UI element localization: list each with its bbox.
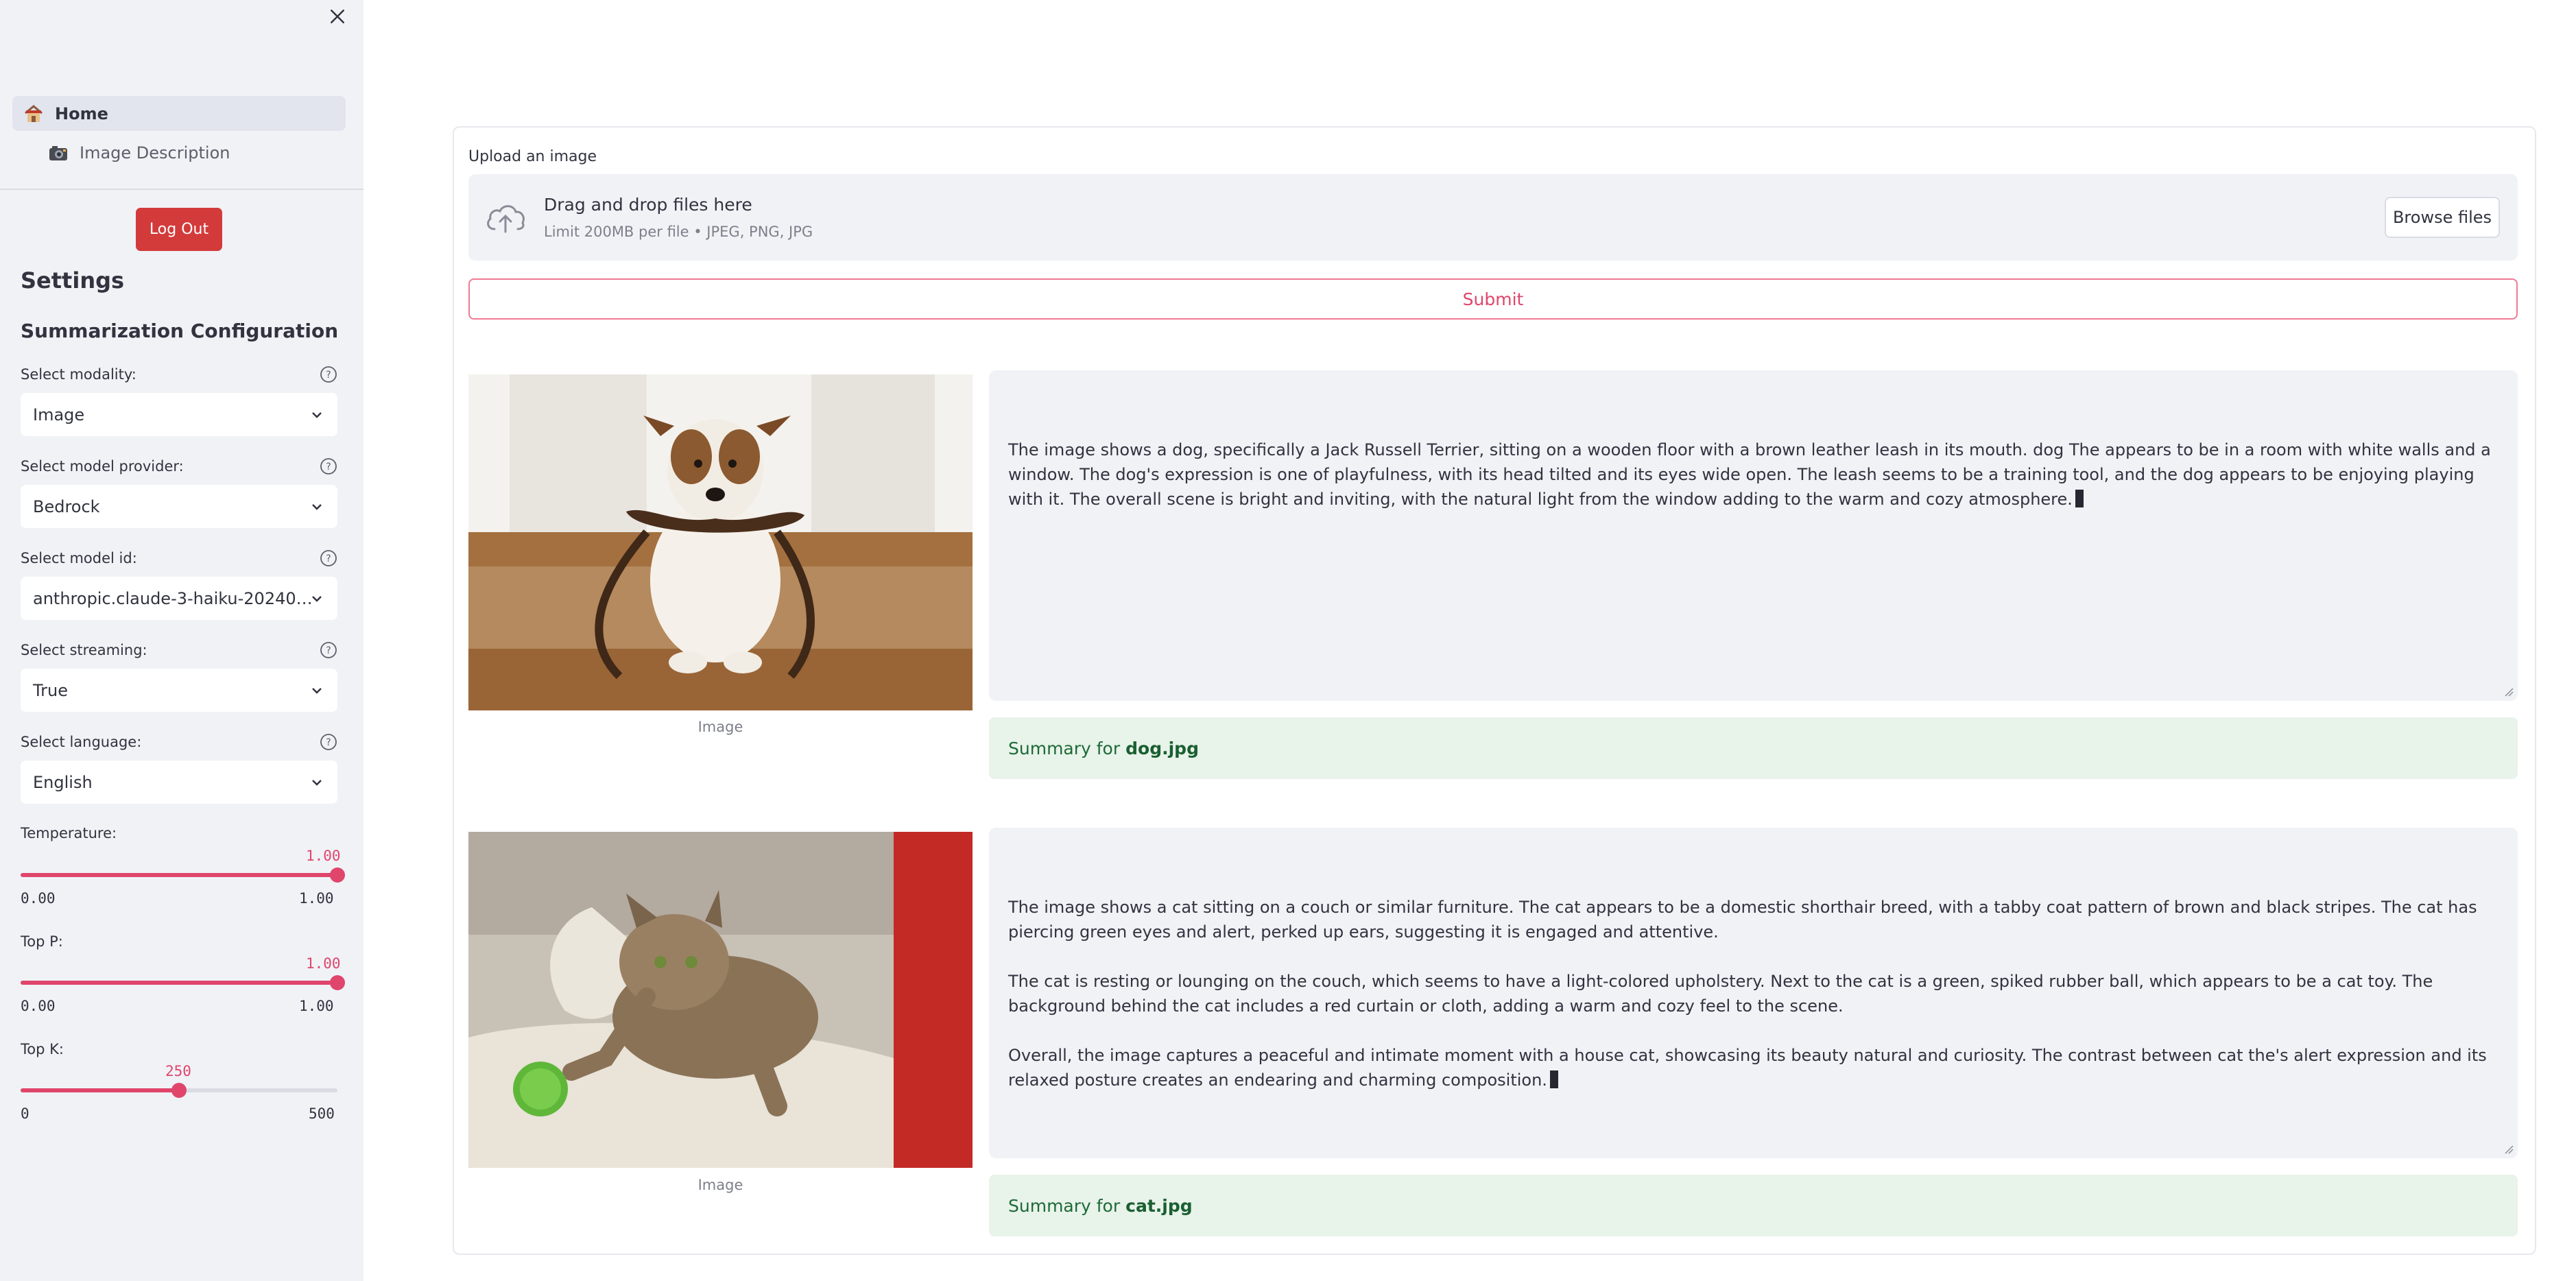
temperature-min: 0.00 bbox=[21, 890, 56, 907]
nav-item-home-label: Home bbox=[55, 104, 108, 123]
close-icon bbox=[331, 10, 344, 23]
model-id-label: Select model id: bbox=[21, 550, 137, 566]
temperature-slider[interactable] bbox=[21, 867, 345, 883]
top-p-slider-fill bbox=[21, 981, 337, 985]
help-icon[interactable]: ? bbox=[320, 549, 337, 567]
temperature-max: 1.00 bbox=[299, 890, 334, 907]
summary-filename: dog.jpg bbox=[1125, 738, 1199, 758]
nav-item-image-description[interactable]: Image Description bbox=[12, 135, 346, 170]
summary-success-alert: Summary for dog.jpg bbox=[989, 717, 2518, 779]
streaming-cursor bbox=[2075, 490, 2084, 507]
chevron-down-icon bbox=[312, 780, 322, 786]
nav-item-image-description-label: Image Description bbox=[80, 143, 230, 163]
cat-image bbox=[468, 832, 973, 1168]
top-p-slider-thumb[interactable] bbox=[330, 975, 345, 990]
svg-text:?: ? bbox=[326, 370, 331, 381]
description-paragraph: The cat is resting or lounging on the co… bbox=[1008, 972, 2433, 1016]
top-p-min: 0.00 bbox=[21, 998, 56, 1014]
image-caption: Image bbox=[697, 719, 743, 735]
streaming-cursor bbox=[1549, 1070, 1558, 1088]
top-k-min: 0 bbox=[21, 1105, 29, 1122]
provider-select-value: Bedrock bbox=[33, 496, 100, 516]
dropzone-limit: Limit 200MB per file • JPEG, PNG, JPG bbox=[544, 224, 813, 240]
help-icon[interactable]: ? bbox=[320, 457, 337, 475]
model-id-select[interactable]: anthropic.claude-3-haiku-20240… bbox=[21, 577, 337, 620]
modality-select[interactable]: Image bbox=[21, 393, 337, 436]
svg-text:?: ? bbox=[326, 462, 331, 472]
summary-prefix: Summary for bbox=[1008, 1195, 1121, 1216]
image-caption: Image bbox=[697, 1177, 743, 1193]
top-k-label: Top K: bbox=[21, 1041, 64, 1057]
chevron-down-icon bbox=[312, 596, 322, 602]
help-icon[interactable]: ? bbox=[320, 733, 337, 751]
provider-select[interactable]: Bedrock bbox=[21, 485, 337, 528]
top-k-max: 500 bbox=[309, 1105, 335, 1122]
top-p-max: 1.00 bbox=[299, 998, 334, 1014]
dropzone-title: Drag and drop files here bbox=[544, 195, 752, 215]
dog-image bbox=[468, 374, 973, 710]
svg-text:?: ? bbox=[326, 645, 331, 656]
description-paragraph: Overall, the image captures a peaceful a… bbox=[1008, 1046, 2487, 1090]
language-label: Select language: bbox=[21, 734, 142, 750]
temperature-label: Temperature: bbox=[21, 825, 117, 841]
browse-files-button[interactable]: Browse files bbox=[2385, 197, 2500, 238]
temperature-slider-fill bbox=[21, 873, 337, 877]
streaming-select[interactable]: True bbox=[21, 669, 337, 712]
model-id-select-value: anthropic.claude-3-haiku-20240… bbox=[33, 588, 313, 608]
summary-success-alert: Summary for cat.jpg bbox=[989, 1175, 2518, 1236]
language-select[interactable]: English bbox=[21, 761, 337, 804]
close-sidebar-button[interactable] bbox=[322, 1, 353, 32]
sidebar-divider bbox=[0, 189, 363, 190]
top-k-slider-thumb[interactable] bbox=[171, 1083, 187, 1098]
description-paragraph: The image shows a dog, specifically a Ja… bbox=[1008, 440, 2491, 509]
description-textarea[interactable]: The image shows a dog, specifically a Ja… bbox=[989, 370, 2518, 701]
streaming-label: Select streaming: bbox=[21, 642, 147, 658]
top-p-label: Top P: bbox=[21, 933, 63, 950]
language-select-value: English bbox=[33, 772, 93, 792]
chevron-down-icon bbox=[312, 688, 322, 694]
chevron-down-icon bbox=[312, 504, 322, 510]
provider-label: Select model provider: bbox=[21, 458, 184, 475]
top-k-value: 250 bbox=[165, 1063, 191, 1079]
temperature-value: 1.00 bbox=[306, 848, 341, 864]
resize-handle-icon[interactable] bbox=[2503, 686, 2514, 697]
upload-label: Upload an image bbox=[468, 148, 597, 165]
sidebar-nav: Home Image Description bbox=[12, 96, 346, 170]
top-p-value: 1.00 bbox=[306, 955, 341, 972]
chevron-down-icon bbox=[312, 412, 322, 418]
temperature-slider-thumb[interactable] bbox=[330, 867, 345, 883]
description-textarea[interactable]: The image shows a cat sitting on a couch… bbox=[989, 828, 2518, 1158]
config-heading: Summarization Configuration bbox=[21, 320, 339, 342]
modality-label: Select modality: bbox=[21, 366, 136, 383]
svg-text:?: ? bbox=[326, 553, 331, 564]
streaming-select-value: True bbox=[33, 680, 68, 700]
camera-icon bbox=[47, 141, 70, 165]
description-paragraph: The image shows a cat sitting on a couch… bbox=[1008, 898, 2477, 942]
modality-select-value: Image bbox=[33, 405, 85, 424]
cloud-upload-icon bbox=[487, 205, 525, 233]
settings-heading: Settings bbox=[21, 267, 125, 294]
file-dropzone[interactable]: Drag and drop files here Limit 200MB per… bbox=[468, 174, 2518, 261]
help-icon[interactable]: ? bbox=[320, 366, 337, 383]
top-p-slider[interactable] bbox=[21, 975, 345, 990]
nav-item-home[interactable]: Home bbox=[12, 96, 346, 131]
summary-prefix: Summary for bbox=[1008, 738, 1121, 758]
logout-button[interactable]: Log Out bbox=[136, 208, 222, 251]
sidebar: Home Image Description Log Out Settings … bbox=[0, 0, 363, 1281]
resize-handle-icon[interactable] bbox=[2503, 1143, 2514, 1154]
top-k-slider-fill bbox=[21, 1088, 179, 1092]
help-icon[interactable]: ? bbox=[320, 641, 337, 659]
top-k-slider[interactable] bbox=[21, 1083, 337, 1098]
svg-text:?: ? bbox=[326, 737, 331, 748]
house-icon bbox=[22, 102, 45, 125]
summary-filename: cat.jpg bbox=[1125, 1195, 1193, 1216]
submit-button[interactable]: Submit bbox=[468, 278, 2518, 320]
